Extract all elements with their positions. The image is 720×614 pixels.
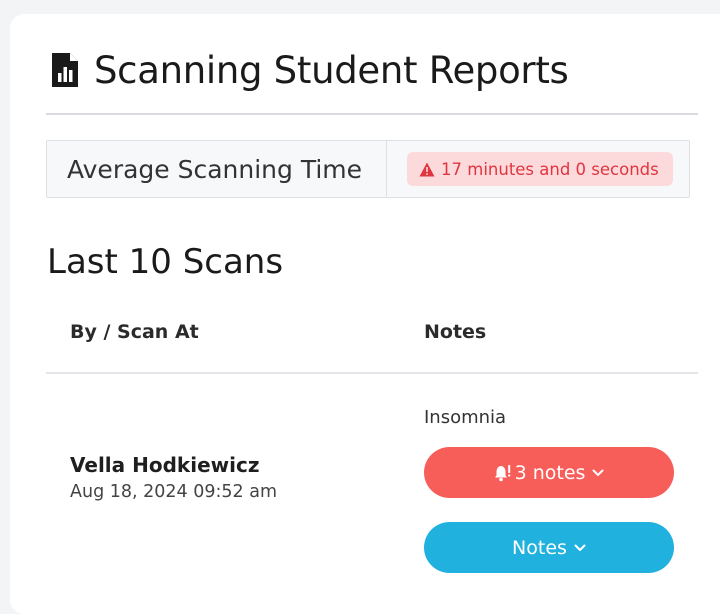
chevron-down-icon [592,469,604,476]
stat-value-cell: 17 minutes and 0 seconds [387,141,689,197]
chevron-down-icon [574,544,586,551]
scan-time-value: 17 minutes and 0 seconds [441,159,659,179]
title-divider [46,113,698,115]
note-text: Insomnia [424,407,507,428]
scan-timestamp: Aug 18, 2024 09:52 am [70,482,277,502]
column-header-by: By / Scan At [70,321,199,343]
scan-time-warning-badge: 17 minutes and 0 seconds [407,152,673,186]
alert-notes-label: 3 notes [514,461,586,484]
report-chart-icon [52,53,78,87]
notes-dropdown-button[interactable]: Notes [424,522,674,573]
scanner-name: Vella Hodkiewicz [70,453,260,477]
average-scan-time-stat: Average Scanning Time 17 minutes and 0 s… [46,140,690,198]
notes-button-label: Notes [512,536,567,559]
column-header-notes: Notes [424,321,487,343]
stat-label: Average Scanning Time [47,141,387,197]
section-title: Last 10 Scans [47,242,284,282]
warning-triangle-icon [419,162,435,176]
table-header-divider [46,372,698,374]
bell-alert-icon [494,465,510,482]
page-title: Scanning Student Reports [94,48,569,92]
page-header: Scanning Student Reports [44,44,569,96]
alert-notes-dropdown-button[interactable]: 3 notes [424,447,674,498]
